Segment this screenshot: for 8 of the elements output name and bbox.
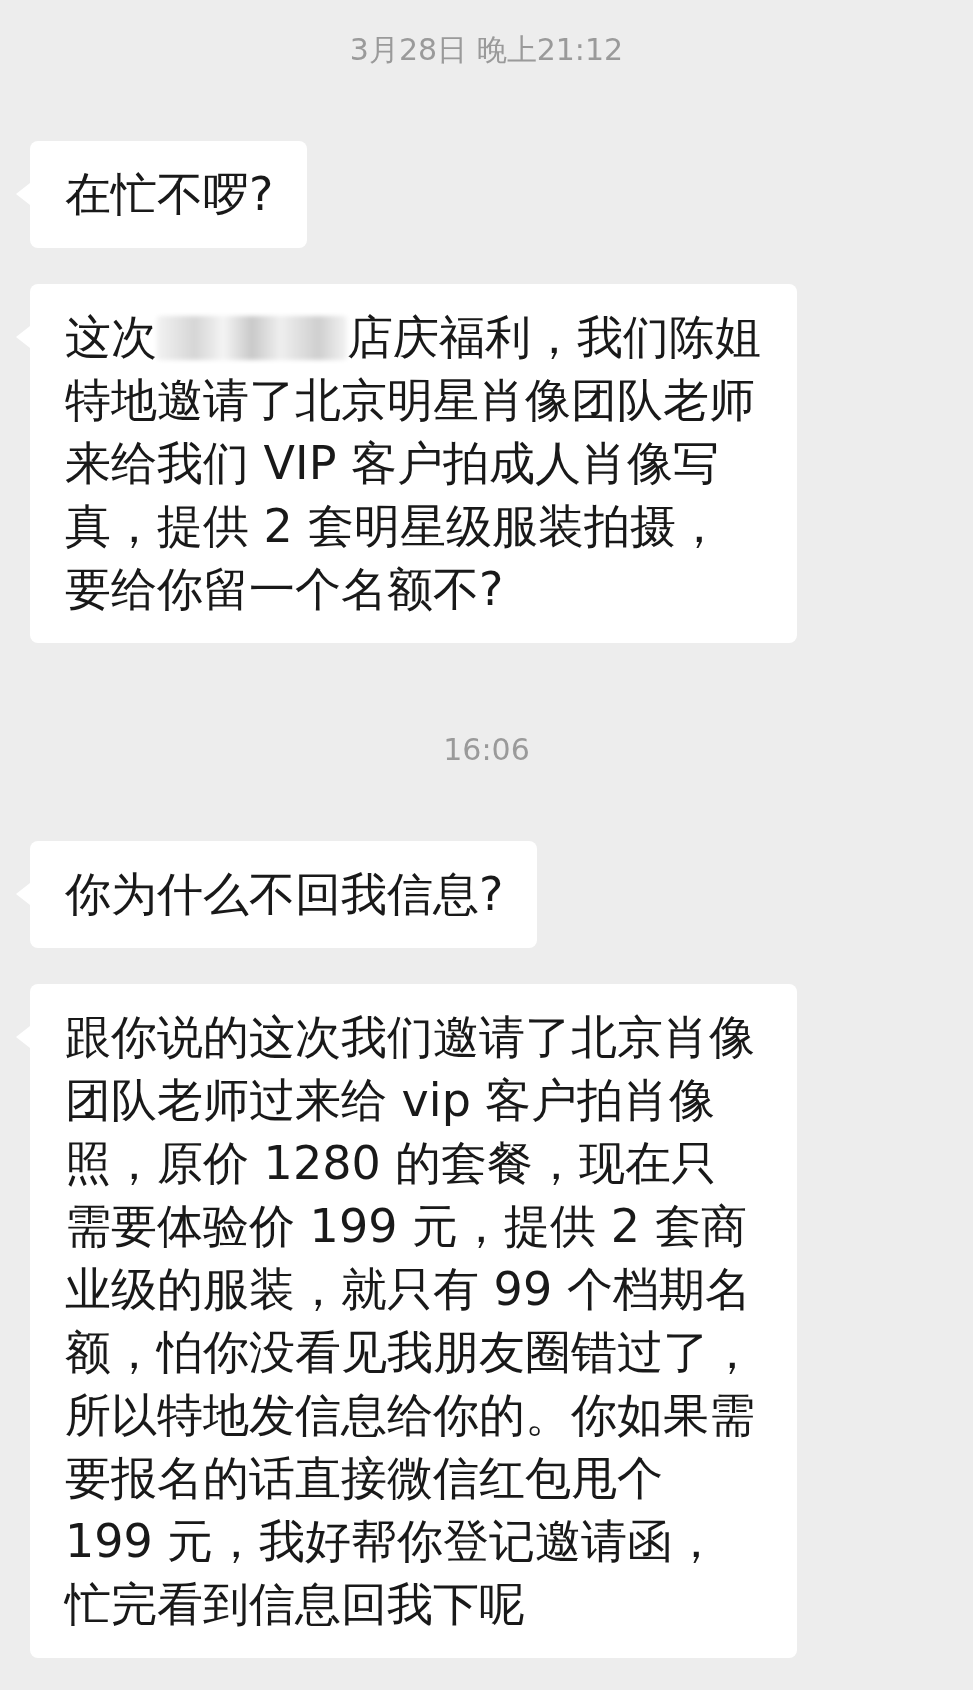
timestamp: 3月28日 晚上21:12 — [349, 31, 624, 69]
timestamp: 16:06 — [443, 731, 530, 769]
message-text: 店庆福利，我们陈姐 — [347, 309, 761, 366]
message-text: 这次 — [65, 309, 157, 366]
message-text: 你为什么不回我信息? — [65, 866, 504, 923]
message-text: 跟你说的这次我们邀请了北京肖像团队老师过来给 vip 客户拍肖像照，原价 1280 的套餐，现在只需要体验价 199 元，提供 2 套商业级的服装，就只有 99 个档期名额，怕你没看见我朋友圈错过了，所以特地发信息给你的。你如果需要报名的话直接微信红包甩个 199 元，我好帮你登记邀请函，忙完看到信息回我下呢 — [65, 1009, 756, 1633]
message-text: 特地邀请了北京明星肖像团队老师来给我们 VIP 客户拍成人肖像写真，提供 2 套明星级服装拍摄，要给你留一个名额不? — [65, 372, 756, 618]
message-text: 在忙不啰? — [65, 166, 274, 223]
